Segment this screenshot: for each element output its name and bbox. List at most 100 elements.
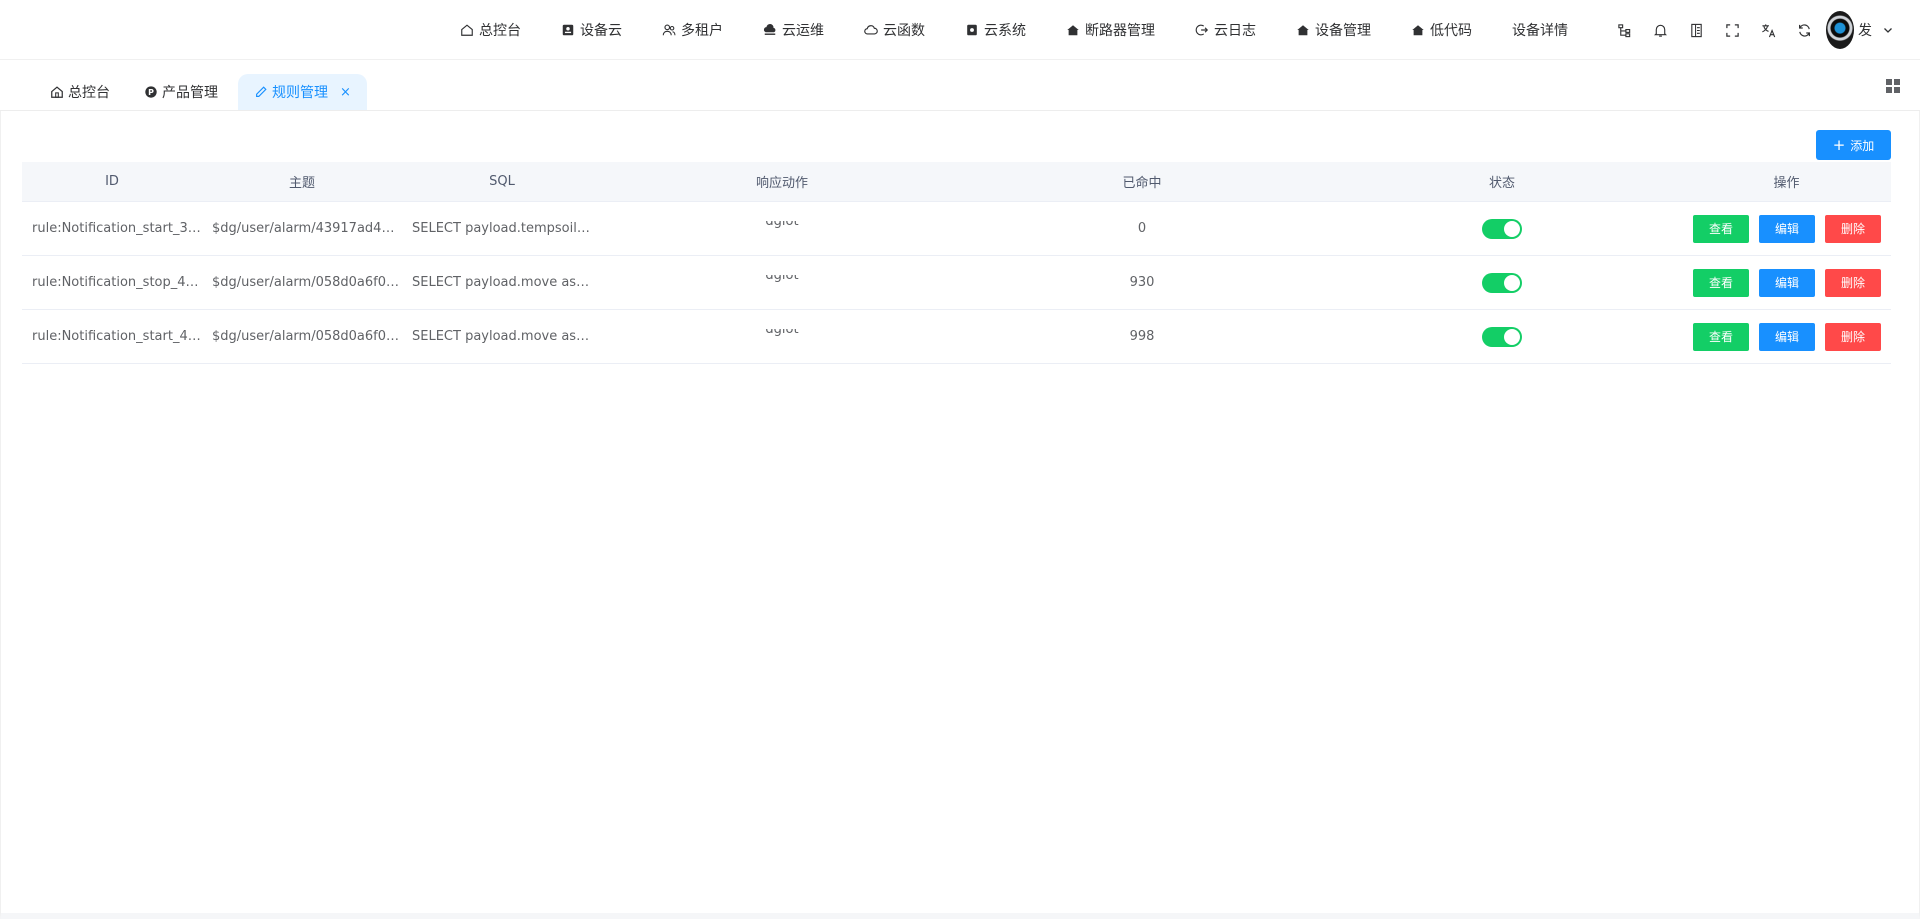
cell-sql: SELECT payload.tempsoil… bbox=[412, 221, 590, 236]
user-name: 发 bbox=[1858, 23, 1872, 39]
col-header-state: 状态 bbox=[1488, 176, 1515, 191]
pencil-icon bbox=[256, 86, 267, 97]
bell-icon bbox=[1653, 24, 1667, 37]
avatar bbox=[1826, 11, 1854, 49]
col-header-hit: 已命中 bbox=[1122, 176, 1162, 191]
cloud-ops-icon bbox=[763, 23, 776, 35]
nav-item-multi-tenant[interactable]: 多租户 bbox=[642, 0, 743, 60]
edit-button[interactable]: 编辑 bbox=[1759, 268, 1815, 297]
tag-rule-management[interactable]: 规则管理 × bbox=[238, 74, 367, 110]
home-icon bbox=[461, 24, 473, 36]
document-button[interactable] bbox=[1678, 0, 1714, 60]
tag-label: 产品管理 bbox=[162, 85, 218, 101]
col-header-action: 响应动作 bbox=[755, 176, 808, 191]
status-switch[interactable] bbox=[1482, 272, 1522, 293]
edit-button[interactable]: 编辑 bbox=[1759, 214, 1815, 243]
plus-icon: + bbox=[1832, 135, 1846, 154]
close-icon[interactable]: × bbox=[340, 85, 351, 100]
user-dropdown[interactable]: 发 bbox=[1826, 0, 1894, 60]
notification-button[interactable] bbox=[1642, 0, 1678, 60]
nav-item-label: 云日志 bbox=[1214, 23, 1256, 39]
cell-state bbox=[1322, 272, 1682, 293]
nav-item-cloud-log[interactable]: 云日志 bbox=[1175, 0, 1276, 60]
col-header-sql: SQL bbox=[489, 174, 515, 189]
view-button[interactable]: 查看 bbox=[1693, 214, 1749, 243]
tag-product-management[interactable]: P 产品管理 bbox=[128, 74, 234, 110]
status-switch[interactable] bbox=[1482, 326, 1522, 347]
cell-ops: 查看 编辑 删除 bbox=[1682, 268, 1891, 297]
col-header-topic: 主题 bbox=[288, 176, 315, 191]
tree-icon bbox=[1617, 23, 1630, 37]
nav-item-device-detail[interactable]: 设备详情 bbox=[1492, 0, 1588, 60]
navbar-tools: 发 bbox=[1606, 0, 1894, 60]
nav-item-cloud-function[interactable]: 云函数 bbox=[844, 0, 945, 60]
cell-id: rule:Notification_start_4… bbox=[32, 329, 201, 344]
product-icon: P bbox=[145, 86, 157, 98]
house-fill-icon bbox=[1067, 25, 1079, 36]
table-row: rule:Notification_stop_4… $dg/user/alarm… bbox=[22, 256, 1891, 310]
top-menu: 总控台 设备云 多租户 云运维 云函数 云系统 断路器管理 云日志 设备管理 低… bbox=[440, 0, 1588, 60]
cell-action: dgiot bbox=[602, 221, 962, 236]
nav-item-breaker-management[interactable]: 断路器管理 bbox=[1046, 0, 1175, 60]
nav-item-label: 云系统 bbox=[984, 23, 1026, 39]
delete-button[interactable]: 删除 bbox=[1825, 268, 1881, 297]
cell-state bbox=[1322, 218, 1682, 239]
cell-sql: SELECT payload.move as… bbox=[412, 329, 590, 344]
cell-sql: SELECT payload.move as… bbox=[412, 275, 590, 290]
grid-menu-icon[interactable] bbox=[1884, 77, 1902, 95]
tag-label: 总控台 bbox=[68, 85, 110, 101]
nav-item-label: 总控台 bbox=[479, 23, 521, 39]
col-header-id: ID bbox=[105, 174, 119, 189]
status-switch[interactable] bbox=[1482, 218, 1522, 239]
house-fill-icon bbox=[1412, 25, 1424, 36]
view-button[interactable]: 查看 bbox=[1693, 268, 1749, 297]
cell-hit: 998 bbox=[1129, 329, 1155, 344]
nav-item-device-management[interactable]: 设备管理 bbox=[1276, 0, 1391, 60]
cell-ops: 查看 编辑 删除 bbox=[1682, 214, 1891, 243]
users-icon bbox=[662, 24, 676, 36]
nav-item-cloud-system[interactable]: 云系统 bbox=[945, 0, 1046, 60]
edit-button[interactable]: 编辑 bbox=[1759, 322, 1815, 351]
nav-item-device-cloud[interactable]: 设备云 bbox=[541, 0, 642, 60]
add-button-label: 添加 bbox=[1850, 138, 1875, 153]
table-row: rule:Notification_start_3… $dg/user/alar… bbox=[22, 202, 1891, 256]
document-icon bbox=[1690, 23, 1702, 37]
action-text: dgiot bbox=[765, 275, 799, 283]
col-header-ops: 操作 bbox=[1773, 176, 1800, 191]
nav-item-label: 设备管理 bbox=[1315, 23, 1371, 39]
nav-item-cloud-ops[interactable]: 云运维 bbox=[743, 0, 844, 60]
tag-label: 规则管理 bbox=[272, 85, 328, 101]
refresh-button[interactable] bbox=[1786, 0, 1822, 60]
chevron-down-icon bbox=[1884, 28, 1892, 33]
nav-item-low-code[interactable]: 低代码 bbox=[1391, 0, 1492, 60]
delete-button[interactable]: 删除 bbox=[1825, 214, 1881, 243]
nav-item-dashboard[interactable]: 总控台 bbox=[440, 0, 541, 60]
delete-button[interactable]: 删除 bbox=[1825, 322, 1881, 351]
cell-id: rule:Notification_start_3… bbox=[32, 221, 201, 236]
top-navbar: 总控台 设备云 多租户 云运维 云函数 云系统 断路器管理 云日志 设备管理 低… bbox=[0, 0, 1920, 60]
logout-icon bbox=[1195, 24, 1209, 36]
add-rule-button[interactable]: + 添加 bbox=[1816, 130, 1891, 160]
nav-item-label: 云运维 bbox=[782, 23, 824, 39]
language-button[interactable] bbox=[1750, 0, 1786, 60]
cell-topic: $dg/user/alarm/058d0a6f0… bbox=[212, 329, 400, 344]
nav-item-label: 多租户 bbox=[681, 23, 723, 39]
nav-item-label: 设备详情 bbox=[1512, 23, 1568, 39]
cell-topic: $dg/user/alarm/058d0a6f0… bbox=[212, 275, 400, 290]
table-header: ID 主题 SQL 响应动作 已命中 状态 操作 bbox=[22, 162, 1891, 202]
nav-item-label: 低代码 bbox=[1430, 23, 1472, 39]
nav-item-label: 设备云 bbox=[580, 23, 622, 39]
cell-id: rule:Notification_stop_4… bbox=[32, 275, 199, 290]
house-fill-icon bbox=[1297, 25, 1309, 36]
system-icon bbox=[967, 24, 977, 36]
cell-action: dgiot bbox=[602, 275, 962, 290]
tag-dashboard[interactable]: 总控台 bbox=[34, 74, 126, 110]
nav-item-label: 云函数 bbox=[883, 23, 925, 39]
view-button[interactable]: 查看 bbox=[1693, 322, 1749, 351]
cell-ops: 查看 编辑 删除 bbox=[1682, 322, 1891, 351]
fullscreen-icon bbox=[1725, 23, 1739, 37]
refresh-icon bbox=[1798, 23, 1810, 37]
tree-button[interactable] bbox=[1606, 0, 1642, 60]
device-card-icon bbox=[562, 24, 574, 36]
fullscreen-button[interactable] bbox=[1714, 0, 1750, 60]
